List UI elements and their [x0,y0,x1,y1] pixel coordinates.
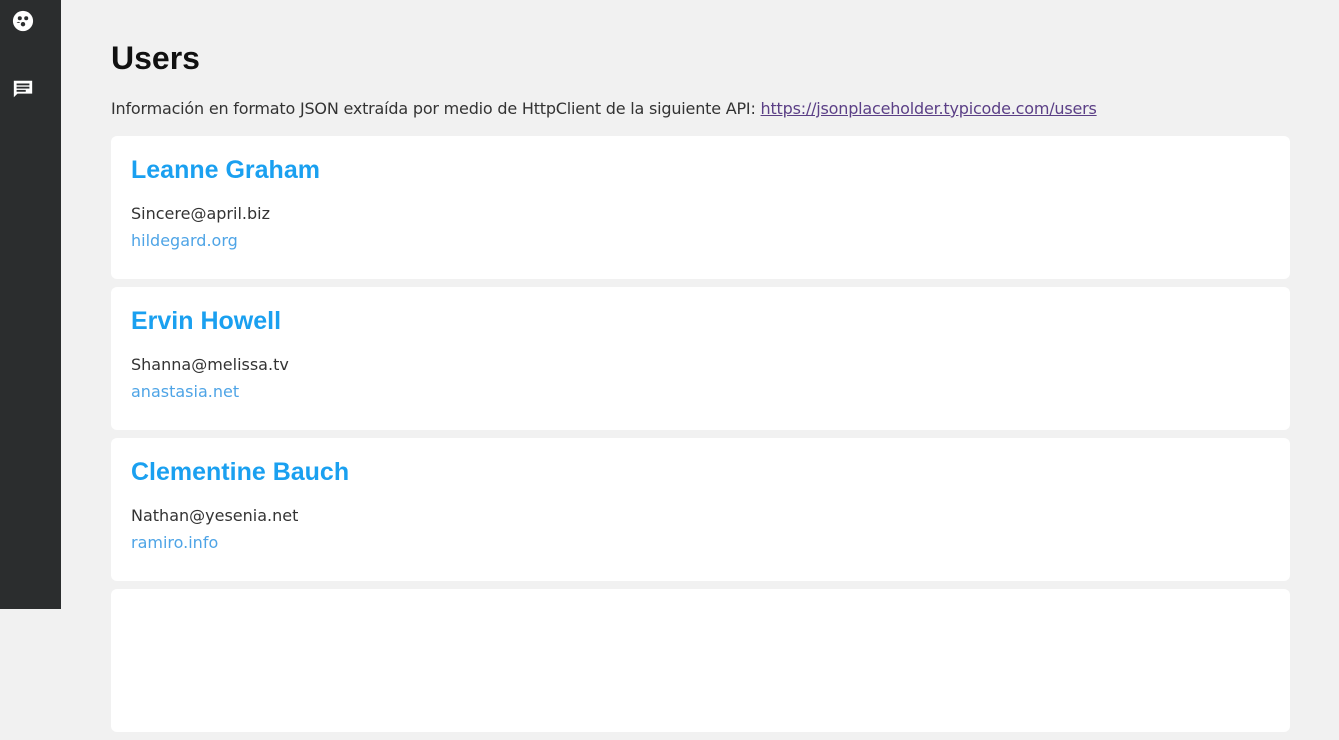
user-email: Shanna@melissa.tv [131,355,289,374]
users-icon[interactable] [12,10,34,32]
intro-description: Información en formato JSON extraída por… [111,99,761,118]
user-website-link[interactable]: anastasia.net [131,382,239,401]
sidebar [0,0,61,609]
user-card: Leanne Graham Sincere@april.biz hildegar… [111,136,1290,279]
user-card: Clementine Bauch Nathan@yesenia.net rami… [111,438,1290,581]
user-name: Ervin Howell [131,307,282,335]
page-title: Users [111,40,200,76]
user-card [111,589,1290,732]
user-name: Clementine Bauch [131,458,350,486]
user-website-link[interactable]: ramiro.info [131,533,218,552]
user-list: Leanne Graham Sincere@april.biz hildegar… [111,136,1290,740]
api-link[interactable]: https://jsonplaceholder.typicode.com/use… [761,99,1097,118]
message-icon[interactable] [12,78,34,100]
user-email: Sincere@april.biz [131,204,270,223]
user-card: Ervin Howell Shanna@melissa.tv anastasia… [111,287,1290,430]
intro-text: Información en formato JSON extraída por… [111,99,1097,118]
user-website-link[interactable]: hildegard.org [131,231,238,250]
user-email: Nathan@yesenia.net [131,506,299,525]
user-name: Leanne Graham [131,156,320,184]
